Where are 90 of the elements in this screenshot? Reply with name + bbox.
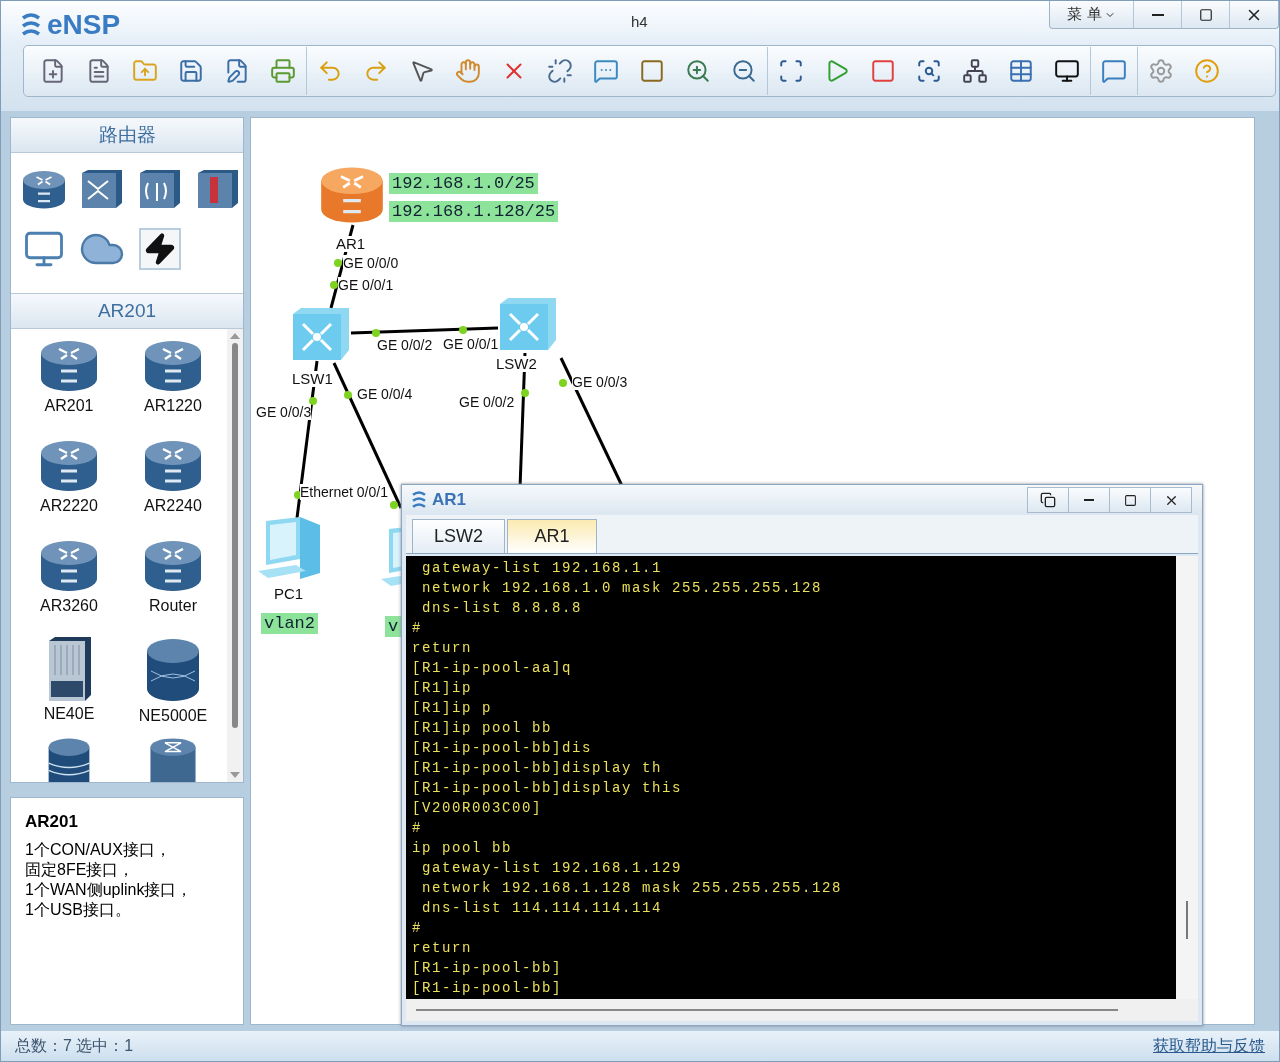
console-line: # xyxy=(412,619,423,638)
port-label: GE 0/0/2 xyxy=(377,337,433,353)
console-line: [R1-ip-pool-aa]q xyxy=(412,659,574,678)
port-dot xyxy=(309,397,317,405)
text-note: v xyxy=(385,616,402,637)
port-dot xyxy=(344,391,352,399)
app-logo-icon xyxy=(410,490,428,510)
category-header: 路由器 xyxy=(11,118,243,153)
maximize-icon xyxy=(1198,7,1213,22)
device-item[interactable]: AR201 xyxy=(17,337,121,437)
port-dot xyxy=(330,281,338,289)
device-label: LSW1 xyxy=(292,371,333,387)
console-line: return xyxy=(412,639,473,658)
port-label: GE 0/0/0 xyxy=(343,255,399,271)
console-line: [R1-ip-pool-bb]dis xyxy=(412,739,594,758)
scrollbar-thumb[interactable] xyxy=(232,343,238,728)
port-dot xyxy=(521,389,529,397)
device-item[interactable]: Router xyxy=(121,537,225,637)
console-line: [R1-ip-pool-bb]display this xyxy=(412,779,684,798)
port-label: GE 0/0/2 xyxy=(459,394,515,410)
port-label: GE 0/0/1 xyxy=(338,277,394,293)
console-tab[interactable]: LSW2 xyxy=(412,519,505,553)
port-label: GE 0/0/3 xyxy=(256,404,312,420)
console-tab[interactable]: AR1 xyxy=(507,519,597,553)
console-line: dns-list 114.114.114.114 xyxy=(421,899,664,918)
app-name: eNSP xyxy=(47,9,121,41)
device-group-header: AR201 xyxy=(11,293,243,329)
console-line: return xyxy=(412,939,473,958)
power-icon xyxy=(139,228,181,270)
description-text: 1个WAN侧uplink接口， xyxy=(25,880,194,900)
console-line: dns-list 8.8.8.8 xyxy=(421,599,584,618)
console-title: AR1 xyxy=(432,490,466,510)
device-label: PC1 xyxy=(274,586,304,602)
device-item[interactable]: AR3260 xyxy=(17,537,121,637)
text-note: 192.168.1.0/25 xyxy=(389,173,538,194)
console-line: [R1-ip-pool-bb]display th xyxy=(412,759,664,778)
minimize-icon xyxy=(1084,499,1094,501)
maximize-icon xyxy=(1123,493,1137,507)
port-label: Ethernet 0/0/1 xyxy=(300,484,388,500)
device-item[interactable]: AR2240 xyxy=(121,437,225,537)
device-label: LSW2 xyxy=(496,356,537,372)
console-line: network 192.168.1.128 mask 255.255.255.128 xyxy=(421,879,844,898)
scroll-up-icon[interactable] xyxy=(230,333,240,339)
switch-icon xyxy=(80,169,124,209)
port-label: GE 0/0/1 xyxy=(443,336,499,352)
device-item[interactable]: AR1220 xyxy=(121,337,225,437)
device-label: AR1 xyxy=(336,236,366,252)
console-line: [R1-ip-pool-bb] xyxy=(412,979,564,998)
app-logo-icon xyxy=(19,12,43,38)
port-label: GE 0/0/4 xyxy=(357,386,413,402)
port-dot xyxy=(459,326,467,334)
close-button[interactable] xyxy=(1150,487,1192,513)
device-item[interactable]: AR2220 xyxy=(17,437,121,537)
console-line: [R1-ip-pool-bb] xyxy=(412,959,564,978)
console-line: [V200R003C00] xyxy=(412,799,544,818)
scrollbar-thumb[interactable] xyxy=(1186,901,1188,939)
restore-button[interactable] xyxy=(1027,487,1069,513)
console-line: network 192.168.1.0 mask 255.255.255.128 xyxy=(421,579,824,598)
console-line: # xyxy=(412,919,423,938)
device-item[interactable]: NE40E xyxy=(17,637,121,737)
description-title: AR201 xyxy=(25,812,79,832)
status-summary: 总数：7 选中：1 xyxy=(15,1035,134,1056)
device-item[interactable]: NE5000E xyxy=(121,637,225,737)
console-line: gateway-list 192.168.1.129 xyxy=(421,859,684,878)
minimize-icon xyxy=(1151,13,1164,16)
console-line: [R1]ip p xyxy=(412,699,493,718)
port-dot xyxy=(559,379,567,387)
port-dot xyxy=(334,259,342,267)
console-line: # xyxy=(412,819,423,838)
port-dot xyxy=(372,329,380,337)
scroll-down-icon[interactable] xyxy=(230,772,240,778)
description-text: 固定8FE接口， xyxy=(25,860,136,880)
console-line: [R1]ip xyxy=(412,679,473,698)
console-line: ip pool bb xyxy=(412,839,513,858)
text-note: vlan2 xyxy=(261,613,318,634)
firewall-icon xyxy=(196,169,240,209)
scrollbar-thumb[interactable] xyxy=(416,1009,1118,1011)
console-line: [R1]ip pool bb xyxy=(412,719,554,738)
window-title: h4 xyxy=(631,13,648,30)
help-link[interactable]: 获取帮助与反馈 xyxy=(1153,1035,1265,1057)
description-text: 1个CON/AUX接口， xyxy=(25,840,172,860)
text-note: 192.168.1.128/25 xyxy=(389,201,559,222)
router-icon xyxy=(21,168,67,210)
port-label: GE 0/0/3 xyxy=(572,374,628,390)
wireless-icon xyxy=(138,169,182,209)
console-line: gateway-list 192.168.1.1 xyxy=(421,559,664,578)
maximize-button[interactable] xyxy=(1109,487,1151,513)
description-text: 1个USB接口。 xyxy=(25,900,132,920)
restore-icon xyxy=(1040,492,1056,508)
port-dot xyxy=(390,501,398,509)
